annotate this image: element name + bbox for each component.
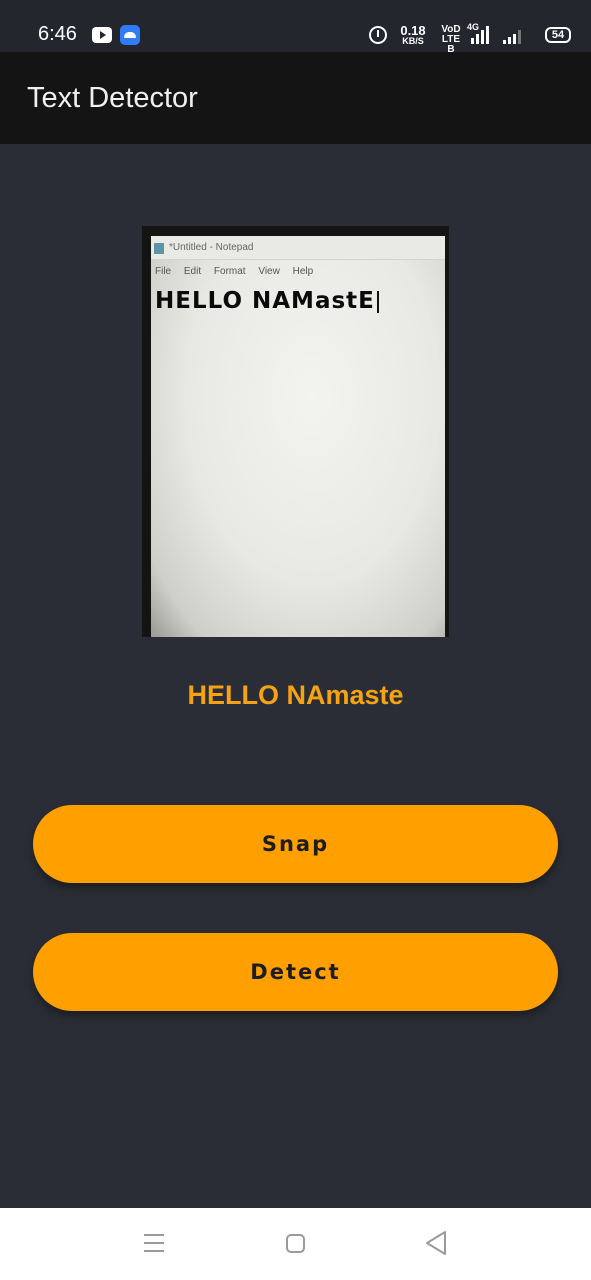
notepad-title: *Untitled - Notepad <box>169 242 254 253</box>
status-bar: 6:46 0.18 KB/S VoD LTE B 4G 54 <box>0 0 591 55</box>
notepad-text: HELLO NAMastE <box>155 288 379 314</box>
app-bar: Text Detector <box>0 52 591 144</box>
home-icon[interactable] <box>286 1234 305 1253</box>
detected-text: HELLO NAmaste <box>187 680 404 710</box>
captured-image: *Untitled - Notepad File Edit Format Vie… <box>142 226 449 637</box>
app-title: Text Detector <box>27 82 198 114</box>
text-cursor <box>376 290 379 313</box>
volte-indicator: VoD LTE B <box>437 25 465 55</box>
notepad-text-value: HELLO NAMastE <box>155 288 375 314</box>
back-icon[interactable] <box>424 1230 448 1256</box>
navigation-bar <box>0 1208 591 1280</box>
network-speed-unit: KB/S <box>402 36 424 46</box>
youtube-notification-icon <box>92 27 112 43</box>
notepad-icon <box>154 243 164 254</box>
network-speed: 0.18 KB/S <box>395 24 431 46</box>
captured-image-content: *Untitled - Notepad File Edit Format Vie… <box>151 236 445 637</box>
status-time: 6:46 <box>38 23 77 45</box>
detect-button[interactable]: Detect <box>33 933 558 1011</box>
alarm-icon <box>369 26 387 44</box>
notepad-titlebar: *Untitled - Notepad <box>151 236 445 260</box>
android-notification-icon <box>120 25 140 45</box>
recent-apps-icon[interactable] <box>144 1234 164 1254</box>
notepad-menu: File Edit Format View Help <box>155 266 314 277</box>
snap-button[interactable]: Snap <box>33 805 558 883</box>
battery-icon: 54 <box>545 27 571 43</box>
signal-strength-icon <box>471 26 489 44</box>
signal-strength-icon-2 <box>503 26 521 44</box>
